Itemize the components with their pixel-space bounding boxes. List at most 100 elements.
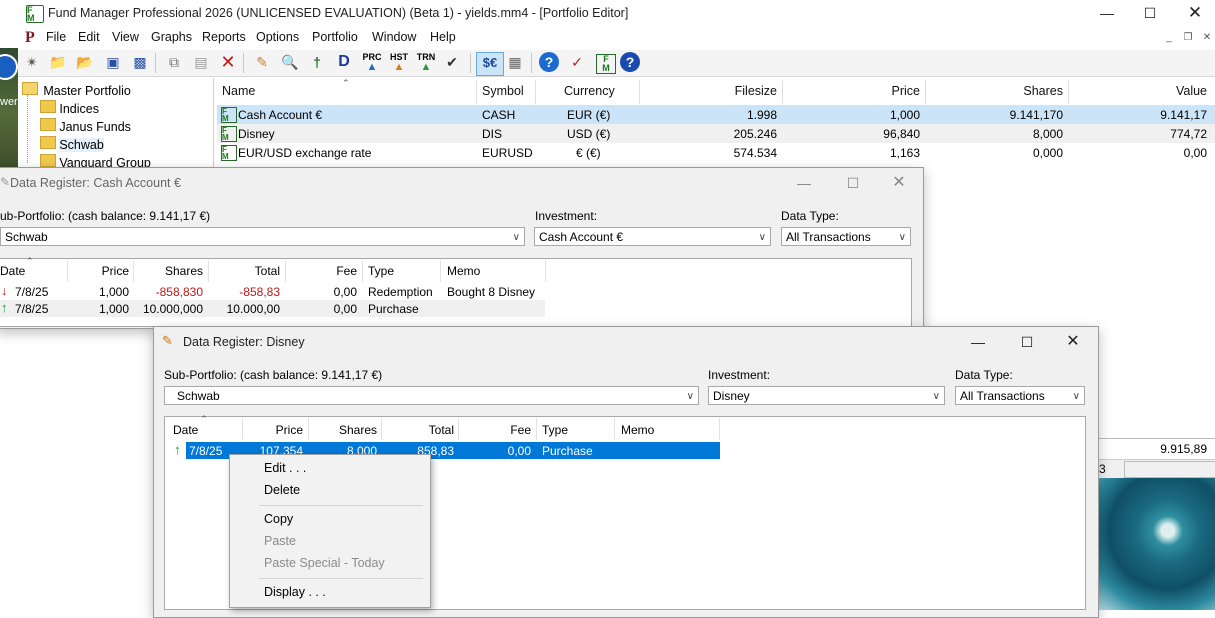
tree-item-indices[interactable]: Indices [40, 100, 99, 116]
maximize-button[interactable]: ☐ [1127, 0, 1173, 26]
folder-icon [40, 154, 56, 167]
column-header-price[interactable]: Price [892, 84, 920, 98]
cell-type: Purchase [368, 302, 419, 316]
tree-item-janus[interactable]: Janus Funds [40, 118, 131, 134]
ctx-copy[interactable]: Copy [264, 512, 293, 526]
ctx-paste[interactable]: Paste [264, 534, 296, 548]
col-shares[interactable]: Shares [165, 264, 203, 278]
cell-memo: Bought 8 Disney [447, 285, 536, 299]
column-divider [614, 418, 615, 440]
new-icon[interactable]: ✴ [22, 52, 42, 72]
ctx-delete[interactable]: Delete [264, 483, 300, 497]
col-date[interactable]: Date [0, 264, 25, 278]
info-icon[interactable]: ? [620, 52, 640, 72]
cell-filesize: 574.534 [733, 146, 777, 160]
calculator-icon[interactable]: ▦ [505, 52, 525, 72]
chevron-down-icon: ∨ [686, 391, 694, 402]
dividend-icon[interactable]: D [334, 52, 354, 72]
maximize-button[interactable]: ☐ [1004, 329, 1050, 355]
col-price[interactable]: Price [102, 264, 129, 278]
col-price[interactable]: Price [276, 423, 303, 437]
col-fee[interactable]: Fee [336, 264, 357, 278]
check-icon[interactable]: ✔ [442, 52, 462, 72]
close-button[interactable]: ✕ [1172, 0, 1215, 26]
find-icon[interactable]: 🔍 [280, 52, 300, 72]
col-total[interactable]: Total [255, 264, 280, 278]
menu-graphs[interactable]: Graphs [151, 30, 192, 44]
subportfolio-select[interactable]: Schwab ∨ [164, 386, 699, 405]
mdi-minimize-button[interactable]: _ [1162, 31, 1176, 45]
mdi-close-button[interactable]: ✕ [1200, 31, 1214, 45]
open2-icon[interactable]: 📂 [75, 52, 95, 72]
maximize-button[interactable]: ☐ [830, 170, 876, 196]
investment-select[interactable]: Disney ∨ [708, 386, 945, 405]
ctx-paste-special[interactable]: Paste Special - Today [264, 556, 385, 570]
col-memo[interactable]: Memo [447, 264, 480, 278]
fm-icon[interactable]: FM [596, 54, 616, 74]
table-row[interactable] [217, 105, 1215, 124]
menu-portfolio[interactable]: Portfolio [312, 30, 358, 44]
check-mark-icon[interactable]: ✓ [567, 52, 587, 72]
prc-icon[interactable]: PRC ▲ [361, 52, 383, 73]
col-type[interactable]: Type [368, 264, 394, 278]
minimize-button[interactable]: — [781, 170, 827, 196]
col-fee[interactable]: Fee [510, 423, 531, 437]
close-button[interactable]: ✕ [876, 170, 922, 196]
col-total[interactable]: Total [429, 423, 454, 437]
minimize-button[interactable]: — [955, 329, 1001, 355]
menu-separator [259, 505, 423, 506]
cell-date: 7/8/25 [15, 285, 49, 299]
col-memo[interactable]: Memo [621, 423, 654, 437]
save-icon[interactable]: ▣ [103, 52, 123, 72]
tree-line [27, 95, 28, 163]
col-shares[interactable]: Shares [339, 423, 377, 437]
currency-icon[interactable]: $€ [476, 52, 504, 76]
menu-reports[interactable]: Reports [202, 30, 246, 44]
split-icon[interactable]: † [307, 52, 327, 72]
col-date[interactable]: Date [173, 423, 198, 437]
hst-icon[interactable]: HST ▲ [388, 52, 410, 73]
tree-item-master[interactable]: Master Portfolio [22, 82, 131, 98]
menu-window[interactable]: Window [372, 30, 416, 44]
column-header-currency[interactable]: Currency [564, 84, 615, 98]
save-all-icon[interactable]: ▩ [130, 52, 150, 72]
copy-icon[interactable]: ⧉ [164, 52, 184, 72]
column-header-value[interactable]: Value [1176, 84, 1207, 98]
delete-icon[interactable]: ✕ [218, 52, 238, 72]
sort-ascending-icon: ⌃ [26, 256, 34, 266]
ctx-edit[interactable]: Edit . . . [264, 461, 306, 475]
col-type[interactable]: Type [542, 423, 568, 437]
cell-date: 7/8/25 [15, 302, 49, 316]
trn-icon[interactable]: TRN ▲ [415, 52, 437, 73]
investment-select[interactable]: Cash Account € ∨ [534, 227, 771, 246]
minimize-button[interactable]: — [1084, 0, 1130, 26]
tree-item-label: Janus Funds [59, 120, 131, 134]
edit-icon[interactable]: ✎ [252, 52, 272, 72]
menu-edit[interactable]: Edit [78, 30, 100, 44]
column-header-filesize[interactable]: Filesize [735, 84, 777, 98]
close-button[interactable]: ✕ [1050, 329, 1096, 355]
cell-total: -858,83 [239, 285, 280, 299]
menu-help[interactable]: Help [430, 30, 456, 44]
subportfolio-select[interactable]: Schwab ∨ [0, 227, 525, 246]
datatype-select[interactable]: All Transactions ∨ [955, 386, 1085, 405]
column-divider [719, 418, 720, 440]
subportfolio-label: Sub-Portfolio: (cash balance: 9.141,17 €… [164, 368, 383, 382]
ctx-display[interactable]: Display . . . [264, 585, 326, 599]
column-header-symbol[interactable]: Symbol [482, 84, 524, 98]
investment-label: Investment: [535, 209, 598, 223]
menu-options[interactable]: Options [256, 30, 299, 44]
column-header-shares[interactable]: Shares [1023, 84, 1063, 98]
table-row[interactable] [217, 124, 1215, 143]
menu-view[interactable]: View [112, 30, 139, 44]
register-cash-title: Data Register: Cash Account € [10, 176, 181, 190]
tree-item-schwab[interactable]: Schwab [40, 136, 104, 152]
menu-file[interactable]: File [46, 30, 66, 44]
open-icon[interactable]: 📁 [48, 52, 68, 72]
datatype-select[interactable]: All Transactions ∨ [781, 227, 911, 246]
paste-icon[interactable]: ▤ [191, 52, 211, 72]
cell-currency: € (€) [576, 146, 601, 160]
mdi-restore-button[interactable]: ❐ [1181, 31, 1195, 45]
column-header-name[interactable]: Name [222, 84, 255, 98]
help-icon[interactable]: ? [539, 52, 559, 72]
